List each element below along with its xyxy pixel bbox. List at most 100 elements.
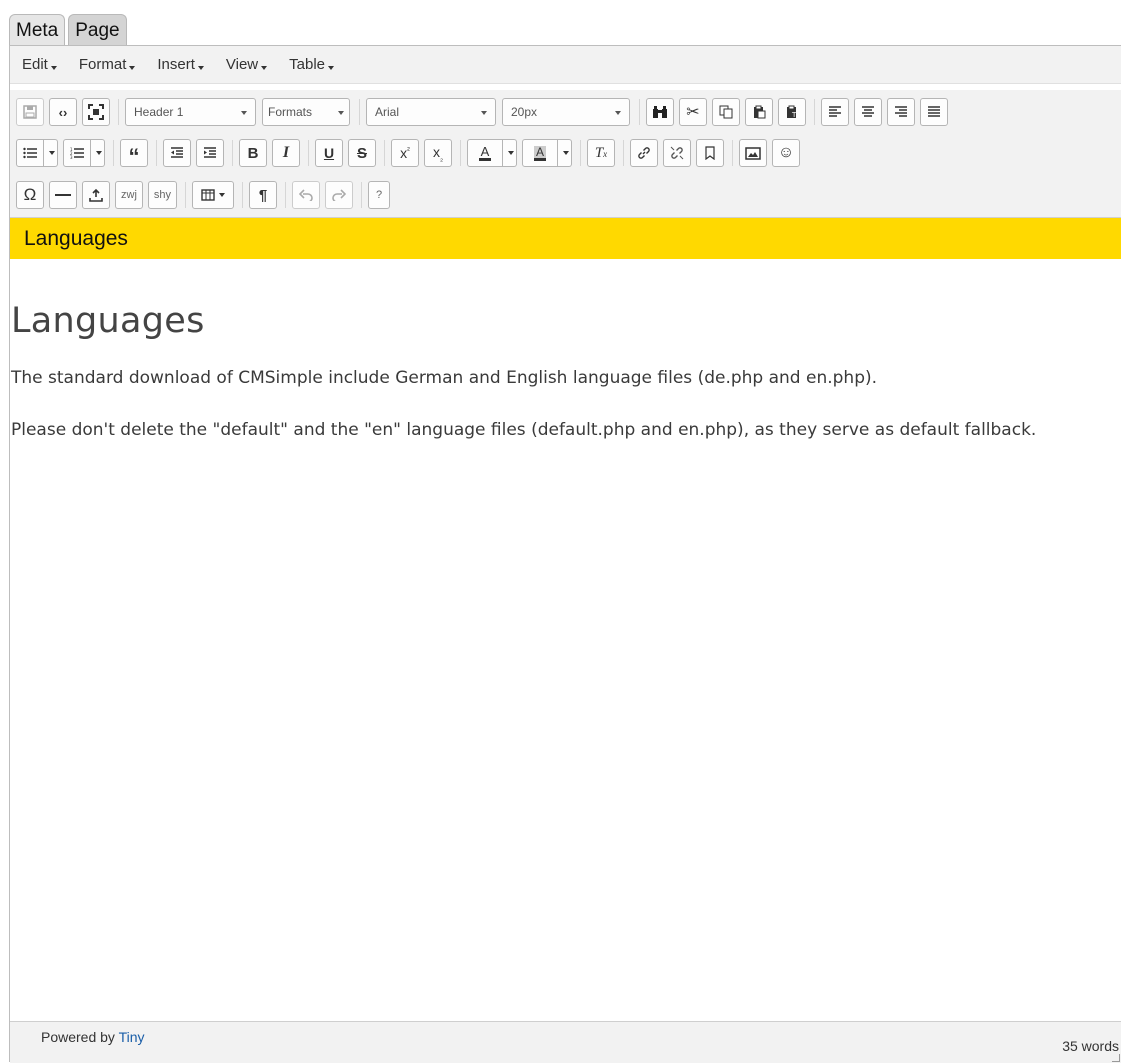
bullet-list-split-button — [16, 139, 58, 167]
menu-edit[interactable]: Edit — [22, 56, 57, 73]
formats-menu-button[interactable]: Formats — [262, 98, 350, 126]
text-color-button[interactable]: A — [467, 139, 503, 167]
redo-button[interactable] — [325, 181, 354, 209]
numbered-list-split-button: 123 — [63, 139, 105, 167]
align-left-button[interactable] — [821, 98, 849, 126]
menu-table[interactable]: Table — [289, 56, 334, 73]
bullet-list-dropdown[interactable] — [44, 139, 58, 167]
paste-text-icon: T — [787, 105, 797, 119]
font-size-select[interactable]: 20px — [502, 98, 630, 126]
tab-meta[interactable]: Meta — [9, 14, 66, 46]
paste-text-button[interactable]: T — [778, 98, 806, 126]
underline-icon: U — [323, 145, 335, 161]
menu-view-label: View — [225, 56, 259, 73]
text-color-dropdown[interactable] — [503, 139, 517, 167]
shy-button[interactable]: shy — [147, 181, 178, 209]
subscript-icon: x₂ — [432, 143, 444, 163]
toolbar-separator — [185, 182, 187, 208]
chevron-down-icon — [508, 151, 514, 155]
toolbar-row-2: 123 “ B I U S x² x₂ A A Tx ☺ — [16, 137, 805, 169]
table-split-button — [192, 181, 235, 209]
toolbar: ‹› Header 1 Formats Arial 20px ✂ T 1 2 3… — [10, 90, 1121, 218]
toolbar-row-1: ‹› Header 1 Formats Arial 20px ✂ T — [16, 96, 953, 128]
undo-button[interactable] — [292, 181, 321, 209]
smiley-icon: ☺ — [777, 144, 795, 161]
menu-view[interactable]: View — [225, 56, 268, 73]
toolbar-separator — [639, 99, 640, 125]
special-character-button[interactable]: Ω — [16, 181, 44, 209]
numbered-list-dropdown[interactable] — [91, 139, 105, 167]
menu-table-label: Table — [289, 56, 325, 73]
align-justify-button[interactable] — [920, 98, 948, 126]
align-center-button[interactable] — [854, 98, 882, 126]
unlink-button[interactable] — [663, 139, 691, 167]
tiny-link[interactable]: Tiny — [119, 1029, 145, 1045]
chevron-down-icon — [328, 65, 334, 70]
subscript-button[interactable]: x₂ — [424, 139, 452, 167]
background-color-dropdown[interactable] — [558, 139, 572, 167]
editor-content-area[interactable]: Languages The standard download of CMSim… — [11, 259, 1121, 1021]
copy-button[interactable] — [712, 98, 740, 126]
menubar: Edit Format Insert View Table — [10, 46, 1121, 84]
status-bar: Powered by Tiny 35 words — [10, 1021, 1121, 1063]
fullscreen-button[interactable] — [82, 98, 110, 126]
block-format-select[interactable]: Header 1 — [125, 98, 256, 126]
background-color-split-button: A — [522, 139, 572, 167]
tab-page[interactable]: Page — [68, 14, 127, 46]
outdent-button[interactable] — [163, 139, 191, 167]
help-button[interactable]: ? — [368, 181, 391, 209]
horizontal-line-button[interactable] — [49, 181, 77, 209]
underline-button[interactable]: U — [315, 139, 343, 167]
emoticons-button[interactable]: ☺ — [772, 139, 800, 167]
cut-button[interactable]: ✂ — [679, 98, 707, 126]
clear-format-icon: Tx — [594, 144, 608, 161]
numbered-list-button[interactable]: 123 — [63, 139, 91, 167]
menu-insert[interactable]: Insert — [157, 56, 204, 73]
indent-button[interactable] — [196, 139, 224, 167]
bold-button[interactable]: B — [239, 139, 267, 167]
menu-format[interactable]: Format — [79, 56, 136, 73]
show-blocks-button[interactable]: ¶ — [249, 181, 278, 209]
code-icon: ‹› — [58, 104, 68, 120]
font-family-select[interactable]: Arial — [366, 98, 496, 126]
content-heading: Languages — [11, 301, 205, 341]
paragraph-icon: ¶ — [258, 186, 268, 204]
zwj-button[interactable]: zwj — [115, 181, 143, 209]
blockquote-button[interactable]: “ — [120, 139, 148, 168]
strikethrough-button[interactable]: S — [348, 139, 376, 167]
resize-handle[interactable] — [1112, 1054, 1120, 1062]
clear-formatting-button[interactable]: Tx — [587, 139, 615, 167]
link-icon — [638, 147, 650, 159]
bold-icon: B — [247, 144, 259, 162]
text-color-split-button: A — [467, 139, 517, 167]
svg-text:3: 3 — [70, 155, 73, 159]
copy-icon — [719, 105, 733, 119]
paste-button[interactable] — [745, 98, 773, 126]
anchor-button[interactable] — [696, 139, 724, 167]
find-replace-button[interactable] — [646, 98, 674, 126]
align-center-icon — [862, 106, 874, 117]
italic-icon: I — [282, 144, 290, 161]
toolbar-separator — [359, 99, 360, 125]
image-icon — [745, 146, 761, 160]
redo-icon — [332, 189, 347, 201]
chevron-down-icon — [96, 151, 102, 155]
fullscreen-icon — [88, 104, 104, 120]
toolbar-separator — [156, 140, 157, 166]
source-code-button[interactable]: ‹› — [49, 98, 77, 126]
italic-button[interactable]: I — [272, 139, 300, 167]
unlink-icon — [670, 146, 684, 160]
align-right-button[interactable] — [887, 98, 915, 126]
chevron-down-icon — [129, 65, 136, 70]
insert-image-button[interactable] — [739, 139, 767, 167]
table-button[interactable] — [192, 181, 235, 209]
insert-link-button[interactable] — [630, 139, 658, 167]
upload-button[interactable] — [82, 181, 110, 209]
chevron-down-icon — [615, 111, 621, 115]
toolbar-separator — [285, 182, 287, 208]
font-size-value: 20px — [511, 105, 538, 119]
superscript-button[interactable]: x² — [391, 139, 419, 167]
background-color-button[interactable]: A — [522, 139, 558, 167]
save-button[interactable] — [16, 98, 44, 126]
bullet-list-button[interactable] — [16, 139, 44, 167]
